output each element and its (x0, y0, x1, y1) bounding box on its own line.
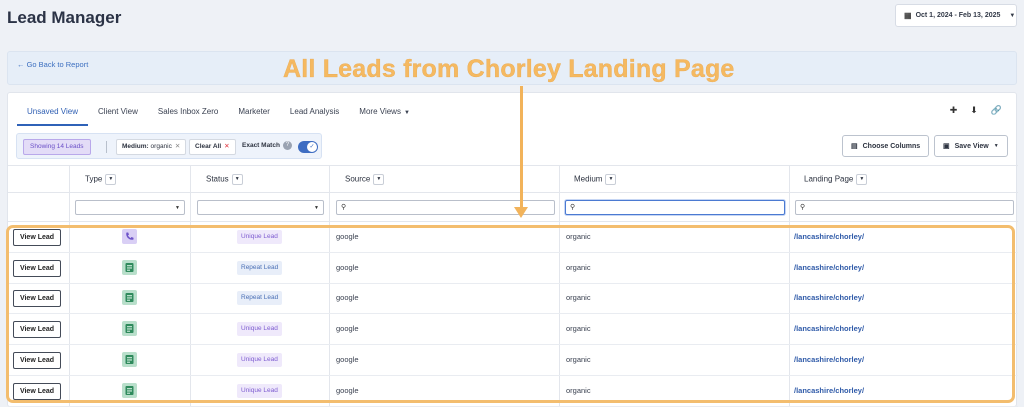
save-view-button[interactable]: ▣ Save View ▼ (934, 135, 1008, 157)
chevron-down-icon: ▼ (314, 205, 319, 211)
tab-label: Unsaved View (27, 107, 78, 116)
page-title: Lead Manager (7, 8, 122, 27)
column-header-source[interactable]: Source ▼ (345, 174, 385, 185)
chevron-down-icon[interactable]: ▼ (605, 174, 617, 185)
active-filters: Showing 14 Leads Medium: organic ✕ Clear … (16, 133, 322, 159)
chevron-down-icon: ▼ (1009, 12, 1016, 19)
table-header-row: Type ▼ Status ▼ Source ▼ Medium ▼ Landing Pa… (8, 165, 1018, 193)
status-filter-select[interactable]: ▼ (197, 200, 324, 215)
tab-label: Marketer (238, 107, 270, 116)
divider (106, 141, 107, 153)
download-icon[interactable]: ⬇ (970, 105, 978, 116)
go-back-link[interactable]: ← Go Back to Report (17, 60, 88, 69)
tab-client-view[interactable]: Client View (88, 100, 148, 126)
exact-match-label: Exact Match (242, 142, 280, 149)
annotation-highlight-box (6, 225, 1015, 403)
tab-sales-inbox-zero[interactable]: Sales Inbox Zero (148, 100, 228, 126)
tab-more-views[interactable]: More Views ▼ (349, 100, 420, 126)
tab-unsaved-view[interactable]: Unsaved View (17, 100, 88, 126)
filter-row: ▼ ▼ ⚲ ⚲ ⚲ (8, 193, 1018, 222)
column-header-landing-page[interactable]: Landing Page ▼ (804, 174, 868, 185)
tab-lead-analysis[interactable]: Lead Analysis (280, 100, 349, 126)
chevron-down-icon[interactable]: ▼ (105, 174, 117, 185)
tab-label: More Views (359, 107, 401, 116)
filter-key: Medium: (122, 143, 149, 150)
filter-value: organic (150, 143, 172, 150)
check-icon: ✓ (307, 142, 317, 152)
exact-match-toggle[interactable]: ✓ (298, 141, 318, 153)
landing-page-search-input[interactable]: ⚲ (795, 200, 1014, 215)
close-icon: ✕ (224, 143, 230, 150)
chevron-down-icon: ▼ (993, 143, 999, 149)
column-header-medium[interactable]: Medium ▼ (574, 174, 617, 185)
search-icon: ⚲ (570, 204, 576, 211)
clear-all-button[interactable]: Clear All ✕ (189, 139, 236, 155)
column-header-type[interactable]: Type ▼ (85, 174, 117, 185)
choose-columns-label: Choose Columns (862, 142, 921, 150)
chevron-down-icon[interactable]: ▼ (231, 174, 243, 185)
chevron-down-icon[interactable]: ▼ (856, 174, 868, 185)
showing-count-badge: Showing 14 Leads (23, 139, 91, 155)
close-icon[interactable]: ✕ (175, 143, 180, 150)
column-header-status[interactable]: Status ▼ (206, 174, 243, 185)
link-icon[interactable]: 🔗 (991, 105, 1002, 116)
choose-columns-button[interactable]: ▤ Choose Columns (842, 135, 930, 157)
arrow-down-icon (514, 207, 528, 218)
clear-all-label: Clear All (195, 143, 222, 150)
medium-search-input[interactable]: ⚲ (565, 200, 785, 215)
columns-icon: ▤ (851, 143, 858, 150)
top-bar: Lead Manager ▦ Oct 1, 2024 - Feb 13, 202… (0, 0, 1024, 38)
chevron-down-icon: ▼ (403, 110, 410, 116)
chevron-down-icon[interactable]: ▼ (373, 174, 385, 185)
type-filter-select[interactable]: ▼ (75, 200, 185, 215)
medium-filter-chip[interactable]: Medium: organic ✕ (116, 139, 187, 155)
header-label: Type (85, 174, 103, 184)
tab-label: Lead Analysis (289, 107, 340, 116)
tab-label: Sales Inbox Zero (157, 107, 219, 116)
chevron-down-icon: ▼ (175, 205, 180, 211)
date-range-button[interactable]: ▦ Oct 1, 2024 - Feb 13, 2025 ▼ (895, 4, 1017, 27)
view-tabs: Unsaved View Client View Sales Inbox Zer… (17, 100, 420, 126)
header-label: Source (345, 174, 371, 184)
date-range-label: Oct 1, 2024 - Feb 13, 2025 (915, 12, 1001, 19)
save-icon: ▣ (943, 143, 950, 150)
header-label: Landing Page (804, 174, 854, 184)
save-view-label: Save View (954, 142, 989, 150)
header-label: Status (206, 174, 229, 184)
annotation-title: All Leads from Chorley Landing Page (283, 55, 735, 83)
search-icon: ⚲ (800, 204, 806, 211)
calendar-icon: ▦ (904, 11, 912, 20)
tab-marketer[interactable]: Marketer (228, 100, 280, 126)
header-label: Medium (574, 174, 603, 184)
tab-label: Client View (98, 107, 138, 116)
add-icon[interactable]: ✚ (950, 105, 958, 116)
help-icon[interactable]: ? (282, 140, 292, 150)
annotation-arrow (520, 86, 523, 210)
search-icon: ⚲ (341, 204, 347, 211)
tab-actions: ✚ ⬇ 🔗 (950, 105, 1002, 116)
